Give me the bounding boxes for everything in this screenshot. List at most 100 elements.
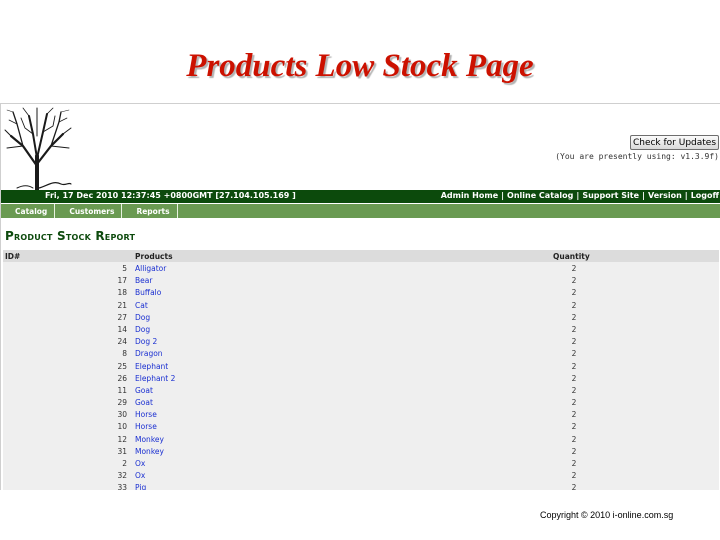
online-catalog-link[interactable]: Online Catalog: [507, 191, 573, 200]
row-quantity: 2: [571, 300, 577, 310]
product-link[interactable]: Dog: [135, 325, 150, 334]
table-row: 11 Goat 2: [3, 383, 719, 397]
product-link[interactable]: Monkey: [135, 447, 164, 456]
table-body: 5 Alligator 2 17 Bear 2 18 Buffalo 2 21 Cat 2 27 Dog 2…: [3, 262, 719, 490]
product-link[interactable]: Goat: [135, 398, 153, 407]
table-row: 29 Goat 2: [3, 396, 719, 409]
product-link[interactable]: Dragon: [135, 349, 163, 358]
row-id: 32: [117, 471, 127, 481]
product-link[interactable]: Bear: [135, 276, 152, 285]
row-quantity: 2: [571, 337, 577, 347]
row-quantity: 2: [571, 446, 577, 456]
row-quantity: 2: [571, 324, 577, 334]
product-link[interactable]: Dog: [135, 313, 150, 322]
row-quantity: 2: [571, 398, 577, 408]
row-quantity: 2: [571, 434, 577, 444]
row-id: 11: [117, 385, 127, 395]
row-quantity: 2: [571, 349, 577, 359]
table-row: 14 Dog 2: [3, 322, 719, 336]
row-quantity: 2: [571, 422, 577, 432]
table-row: 25 Elephant 2: [3, 359, 719, 372]
menu-catalog[interactable]: Catalog: [1, 204, 56, 218]
version-link[interactable]: Version: [648, 191, 682, 200]
row-quantity: 2: [571, 471, 577, 481]
table-row: 30 Horse 2: [3, 408, 719, 421]
row-id: 2: [122, 459, 127, 468]
menu-customers[interactable]: Customers: [55, 204, 123, 218]
row-quantity: 2: [571, 288, 577, 298]
product-link[interactable]: Monkey: [135, 435, 164, 444]
row-id: 10: [117, 422, 127, 432]
datetime-ip: Fri, 17 Dec 2010 12:37:45 +0800GMT [27.1…: [45, 191, 296, 200]
logoff-link[interactable]: Logoff: [691, 191, 719, 200]
row-id: 27: [117, 312, 127, 322]
table-row: 5 Alligator 2: [3, 262, 719, 275]
row-id: 25: [117, 361, 127, 371]
version-note: (You are presently using: v1.3.9f): [555, 152, 719, 161]
table-row: 33 Pig 2: [3, 481, 719, 490]
stock-table: ID# Products Quantity 5 Alligator 2 17 Bear 2…: [3, 250, 719, 490]
report-title: Product Stock Report: [5, 229, 136, 243]
column-products: Products: [135, 252, 173, 261]
table-row: 18 Buffalo 2: [3, 286, 719, 299]
row-id: 8: [122, 349, 127, 359]
product-link[interactable]: Elephant: [135, 362, 168, 371]
check-for-updates-button[interactable]: Check for Updates: [630, 135, 719, 150]
support-site-link[interactable]: Support Site: [582, 191, 639, 200]
table-row: 27 Dog 2: [3, 310, 719, 323]
table-row: 2 Ox 2: [3, 457, 719, 470]
table-header: ID# Products Quantity: [3, 250, 719, 262]
row-id: 31: [117, 446, 127, 456]
table-row: 21 Cat 2: [3, 298, 719, 311]
product-link[interactable]: Buffalo: [135, 288, 161, 297]
copyright: Copyright © 2010 i-online.com.sg: [540, 510, 674, 520]
table-row: 31 Monkey 2: [3, 444, 719, 457]
top-links: Admin Home | Online Catalog | Support Site | V…: [440, 191, 719, 200]
row-quantity: 2: [571, 373, 577, 383]
row-id: 30: [117, 410, 127, 420]
row-quantity: 2: [571, 361, 577, 371]
row-id: 14: [117, 324, 127, 334]
row-quantity: 2: [571, 459, 577, 468]
table-row: 17 Bear 2: [3, 274, 719, 287]
product-link[interactable]: Horse: [135, 410, 157, 419]
product-link[interactable]: Dog 2: [135, 337, 157, 346]
product-link[interactable]: Ox: [135, 471, 145, 480]
app-screenshot: Check for Updates (You are presently usi…: [0, 103, 720, 490]
top-status-bar: Fri, 17 Dec 2010 12:37:45 +0800GMT [27.1…: [1, 190, 720, 203]
tree-logo: [4, 107, 72, 190]
table-row: 26 Elephant 2 2: [3, 371, 719, 384]
row-quantity: 2: [571, 264, 577, 273]
table-row: 10 Horse 2: [3, 420, 719, 433]
row-quantity: 2: [571, 312, 577, 322]
row-id: 24: [117, 337, 127, 347]
menu-reports[interactable]: Reports: [122, 204, 178, 218]
product-link[interactable]: Pig: [135, 483, 146, 490]
row-id: 33: [117, 483, 127, 490]
row-quantity: 2: [571, 483, 577, 490]
column-id: ID#: [5, 252, 21, 261]
row-id: 5: [122, 264, 127, 273]
row-id: 29: [117, 398, 127, 408]
product-link[interactable]: Elephant 2: [135, 374, 175, 383]
product-link[interactable]: Alligator: [135, 264, 166, 273]
table-row: 8 Dragon 2: [3, 347, 719, 360]
table-row: 32 Ox 2: [3, 469, 719, 482]
row-id: 26: [117, 373, 127, 383]
product-link[interactable]: Horse: [135, 422, 157, 431]
main-menu: Catalog Customers Reports: [1, 204, 720, 218]
row-quantity: 2: [571, 276, 577, 286]
product-link[interactable]: Goat: [135, 386, 153, 395]
row-id: 17: [117, 276, 127, 286]
row-quantity: 2: [571, 410, 577, 420]
table-row: 24 Dog 2 2: [3, 335, 719, 348]
row-id: 18: [117, 288, 127, 298]
row-id: 21: [117, 300, 127, 310]
admin-home-link[interactable]: Admin Home: [441, 191, 498, 200]
product-link[interactable]: Cat: [135, 301, 148, 310]
table-row: 12 Monkey 2: [3, 432, 719, 445]
row-id: 12: [117, 434, 127, 444]
column-quantity: Quantity: [553, 252, 590, 261]
product-link[interactable]: Ox: [135, 459, 145, 468]
slide-title: Products Low Stock Page: [186, 48, 534, 84]
